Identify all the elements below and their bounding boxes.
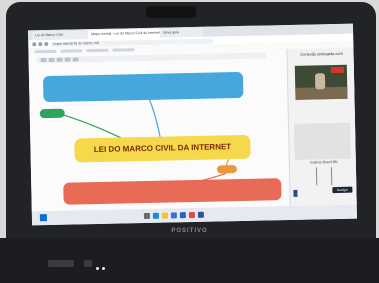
edge-icon[interactable]	[152, 212, 159, 219]
bookmark[interactable]	[60, 48, 83, 53]
ad-placeholder	[294, 122, 351, 160]
mind-map-canvas[interactable]: LEI DO MARCO CIVIL DA INTERNET	[28, 49, 290, 212]
laptop-photo: Lei do Marco Civil Mapa mental - Lei do …	[0, 0, 379, 283]
branch-node-orange[interactable]	[216, 165, 238, 174]
side-panel-caption: Galeria Brasil BN	[309, 159, 338, 165]
branch-node-blue[interactable]	[42, 71, 244, 103]
side-panel-button[interactable]: Desligar	[332, 186, 353, 194]
bookmark[interactable]	[34, 49, 57, 53]
usb-port	[48, 260, 74, 267]
branch-node-red[interactable]	[63, 178, 282, 205]
phone-icon	[293, 189, 298, 197]
start-icon[interactable]	[39, 214, 47, 222]
reload-icon[interactable]	[44, 42, 49, 47]
tab-label: Lei do Marco Civil	[35, 32, 63, 38]
page-content: LEI DO MARCO CIVIL DA INTERNET Conexão p…	[28, 47, 358, 212]
folder-icon[interactable]	[161, 212, 168, 219]
chrome-icon[interactable]	[188, 211, 195, 219]
laptop-brand-logo: POSITIVO	[171, 228, 208, 234]
side-panel: Conexão protegida com Galeria Brasil BN …	[286, 47, 358, 206]
mail-icon[interactable]	[179, 212, 186, 219]
audio-port	[84, 260, 92, 267]
forward-icon[interactable]	[38, 42, 43, 47]
central-topic[interactable]: LEI DO MARCO CIVIL DA INTERNET	[74, 134, 251, 163]
back-icon[interactable]	[32, 42, 37, 47]
side-panel-title: Conexão protegida com	[300, 50, 343, 57]
video-thumbnail[interactable]	[294, 64, 348, 100]
bookmark[interactable]	[86, 48, 109, 52]
tab-label: Nova guia	[163, 30, 179, 35]
bookmark[interactable]	[112, 47, 135, 52]
search-icon[interactable]	[143, 212, 150, 220]
thumbnail-tag	[330, 66, 344, 74]
figure-illustration	[315, 167, 333, 186]
thumbnail-figure	[314, 73, 326, 90]
status-led	[96, 267, 99, 270]
tab-label: Mapa mental - Lei do Marco Civil da Inte…	[91, 30, 160, 37]
status-led	[102, 267, 105, 270]
webcam-tape	[146, 6, 196, 18]
branch-node-green[interactable]	[39, 108, 65, 119]
store-icon[interactable]	[170, 212, 177, 219]
word-icon[interactable]	[197, 211, 204, 218]
laptop-screen: Lei do Marco Civil Mapa mental - Lei do …	[27, 23, 358, 226]
